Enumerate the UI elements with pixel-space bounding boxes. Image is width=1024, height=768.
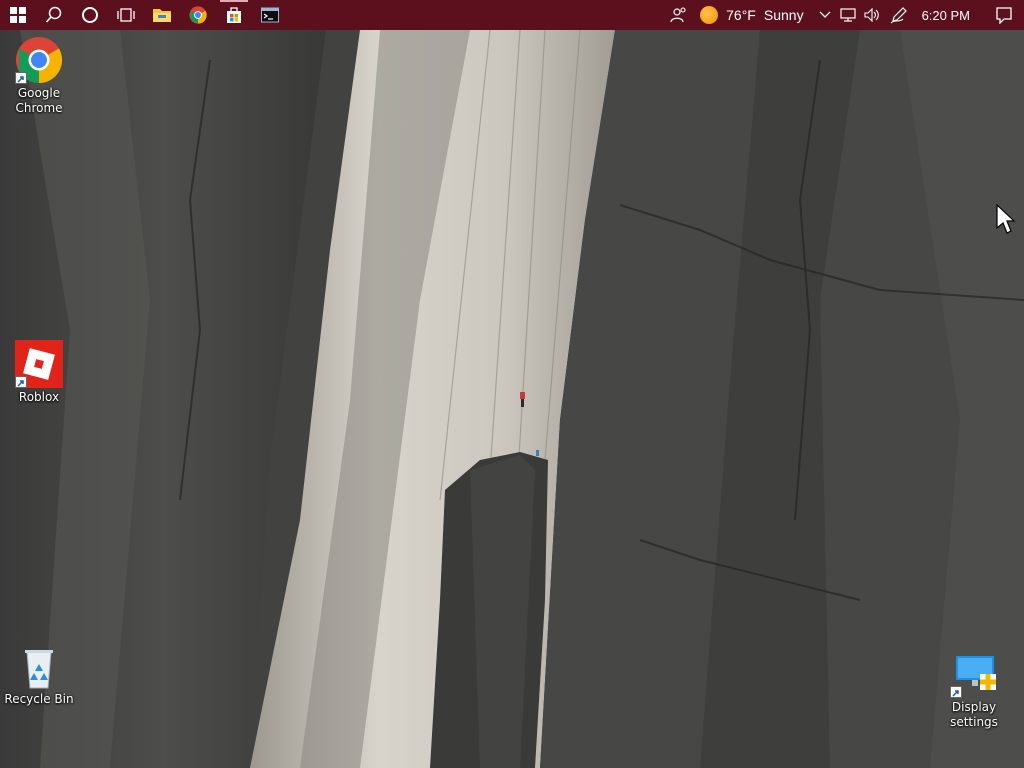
action-center-button[interactable] bbox=[984, 0, 1024, 30]
start-button[interactable] bbox=[0, 0, 36, 30]
cortana-button[interactable] bbox=[72, 0, 108, 30]
weather-condition: Sunny bbox=[763, 7, 804, 23]
store-icon bbox=[227, 7, 241, 23]
folder-icon bbox=[153, 9, 171, 22]
people-button[interactable] bbox=[664, 0, 694, 30]
show-hidden-icons-button[interactable] bbox=[814, 0, 836, 30]
volume-icon bbox=[864, 8, 879, 22]
file-explorer-button[interactable] bbox=[144, 0, 180, 30]
network-icon bbox=[839, 8, 856, 22]
wallpaper-image bbox=[0, 0, 1024, 768]
mouse-cursor-icon bbox=[996, 204, 1016, 234]
network-button[interactable] bbox=[836, 0, 860, 30]
shortcut-arrow-icon bbox=[15, 72, 27, 84]
system-tray: 76°F Sunny 6:20 PM bbox=[664, 0, 1024, 30]
search-button[interactable] bbox=[36, 0, 72, 30]
desktop-icon-label: Google Chrome bbox=[15, 86, 63, 115]
people-icon bbox=[670, 7, 686, 23]
desktop-icon-roblox[interactable]: Roblox bbox=[1, 340, 77, 405]
sun-icon bbox=[700, 6, 719, 24]
volume-button[interactable] bbox=[860, 0, 884, 30]
search-icon bbox=[45, 6, 62, 23]
desktop-icon-chrome[interactable]: Google Chrome bbox=[1, 36, 77, 116]
cortana-circle-icon bbox=[82, 7, 98, 23]
desktop-icon-label: Display settings bbox=[950, 700, 998, 729]
recycle-bin-icon bbox=[15, 642, 63, 690]
pen-workspace-button[interactable] bbox=[884, 0, 914, 30]
desktop-icon-display-settings[interactable]: Display settings bbox=[936, 650, 1012, 730]
shortcut-arrow-icon bbox=[950, 686, 962, 698]
desktop-icon-label: Roblox bbox=[18, 390, 60, 404]
terminal-icon bbox=[261, 7, 279, 23]
display-settings-icon bbox=[950, 650, 998, 698]
weather-widget[interactable]: 76°F Sunny bbox=[694, 6, 813, 24]
chrome-button[interactable] bbox=[180, 0, 216, 30]
roblox-icon bbox=[15, 340, 63, 388]
windows-logo-icon bbox=[10, 7, 26, 23]
shortcut-arrow-icon bbox=[15, 376, 27, 388]
action-center-icon bbox=[996, 7, 1012, 24]
task-view-icon bbox=[117, 8, 135, 22]
taskbar: 76°F Sunny 6:20 PM bbox=[0, 0, 1024, 30]
desktop-icon-label: Recycle Bin bbox=[4, 692, 74, 706]
chrome-icon bbox=[15, 36, 63, 84]
task-view-button[interactable] bbox=[108, 0, 144, 30]
pen-workspace-icon bbox=[890, 7, 907, 24]
desktop[interactable]: Google Chrome Roblox Recycle Bin Display… bbox=[0, 0, 1024, 768]
taskbar-clock[interactable]: 6:20 PM bbox=[914, 8, 984, 23]
chrome-icon bbox=[189, 6, 207, 24]
chevron-up-icon bbox=[819, 11, 831, 18]
terminal-button[interactable] bbox=[252, 0, 288, 30]
weather-temperature: 76°F bbox=[726, 7, 756, 23]
desktop-icon-recycle-bin[interactable]: Recycle Bin bbox=[1, 642, 77, 707]
microsoft-store-button[interactable] bbox=[216, 0, 252, 30]
